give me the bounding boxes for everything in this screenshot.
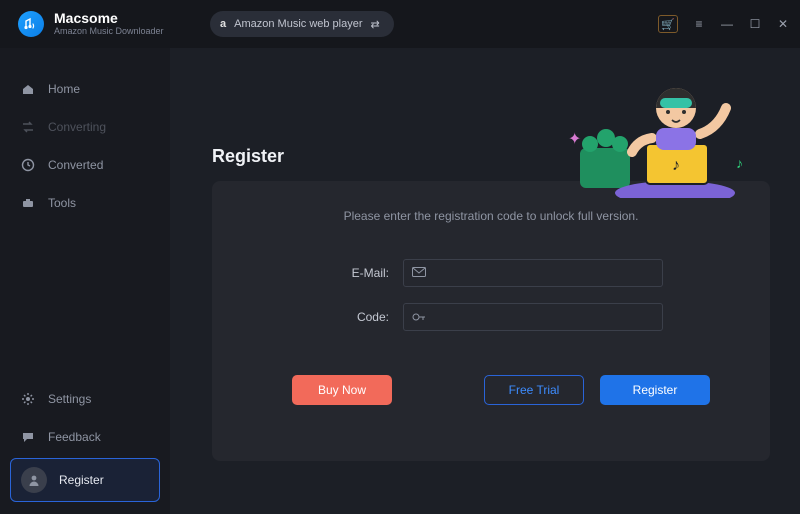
- email-input-wrap: [403, 259, 663, 287]
- svg-text:♪: ♪: [736, 155, 743, 171]
- sidebar-item-label: Settings: [48, 392, 91, 406]
- cart-button[interactable]: 🛒: [658, 15, 678, 33]
- sidebar-item-label: Converted: [48, 158, 103, 172]
- email-label: E-Mail:: [319, 266, 389, 280]
- chat-icon: [20, 430, 36, 444]
- maximize-button[interactable]: ☐: [748, 17, 762, 31]
- code-input-wrap: [403, 303, 663, 331]
- svg-text:✦: ✦: [568, 131, 581, 148]
- minimize-button[interactable]: —: [720, 17, 734, 31]
- hero-illustration: ✦ ♪ ♪: [560, 48, 760, 198]
- person-icon: [21, 467, 47, 493]
- swap-icon: ⇄: [371, 18, 380, 31]
- home-icon: [20, 82, 36, 96]
- code-input[interactable]: [434, 310, 654, 324]
- buy-now-button[interactable]: Buy Now: [292, 375, 392, 405]
- sidebar-item-settings[interactable]: Settings: [10, 382, 160, 416]
- converting-icon: [20, 120, 36, 134]
- code-label: Code:: [319, 310, 389, 324]
- sidebar-item-label: Feedback: [48, 430, 101, 444]
- source-selector[interactable]: a Amazon Music web player ⇄: [210, 11, 394, 37]
- instructions-text: Please enter the registration code to un…: [272, 209, 710, 223]
- main-panel: ✦ ♪ ♪ Register Please enter the registra…: [170, 48, 800, 514]
- sidebar-item-register[interactable]: Register: [10, 458, 160, 502]
- titlebar: Macsome Amazon Music Downloader a Amazon…: [0, 0, 800, 48]
- menu-button[interactable]: ≡: [692, 17, 706, 31]
- clock-icon: [20, 158, 36, 172]
- sidebar-item-feedback[interactable]: Feedback: [10, 420, 160, 454]
- amazon-logo-icon: a: [220, 18, 226, 30]
- source-label: Amazon Music web player: [234, 18, 362, 30]
- sidebar-item-converted[interactable]: Converted: [10, 148, 160, 182]
- sidebar-item-label: Register: [59, 473, 104, 487]
- key-icon: [412, 311, 426, 323]
- close-button[interactable]: ✕: [776, 17, 790, 31]
- sidebar-item-label: Converting: [48, 120, 106, 134]
- action-row: Buy Now Free Trial Register: [272, 375, 710, 405]
- sidebar-item-converting[interactable]: Converting: [10, 110, 160, 144]
- window-controls: 🛒 ≡ — ☐ ✕: [658, 15, 790, 33]
- sidebar-item-label: Tools: [48, 196, 76, 210]
- sidebar-item-tools[interactable]: Tools: [10, 186, 160, 220]
- free-trial-button[interactable]: Free Trial: [484, 375, 584, 405]
- gear-icon: [20, 392, 36, 406]
- brand-title: Macsome: [54, 11, 164, 26]
- register-button[interactable]: Register: [600, 375, 710, 405]
- register-panel: Please enter the registration code to un…: [212, 181, 770, 461]
- toolbox-icon: [20, 196, 36, 210]
- sidebar-item-label: Home: [48, 82, 80, 96]
- brand-block: Macsome Amazon Music Downloader: [10, 11, 180, 37]
- email-row: E-Mail:: [272, 259, 710, 287]
- sidebar-item-home[interactable]: Home: [10, 72, 160, 106]
- mail-icon: [412, 267, 426, 279]
- sidebar: Home Converting Converted Tools Settings…: [0, 48, 170, 514]
- code-row: Code:: [272, 303, 710, 331]
- svg-text:♪: ♪: [672, 157, 680, 174]
- brand-subtitle: Amazon Music Downloader: [54, 27, 164, 37]
- email-input[interactable]: [434, 266, 654, 280]
- app-logo: [18, 11, 44, 37]
